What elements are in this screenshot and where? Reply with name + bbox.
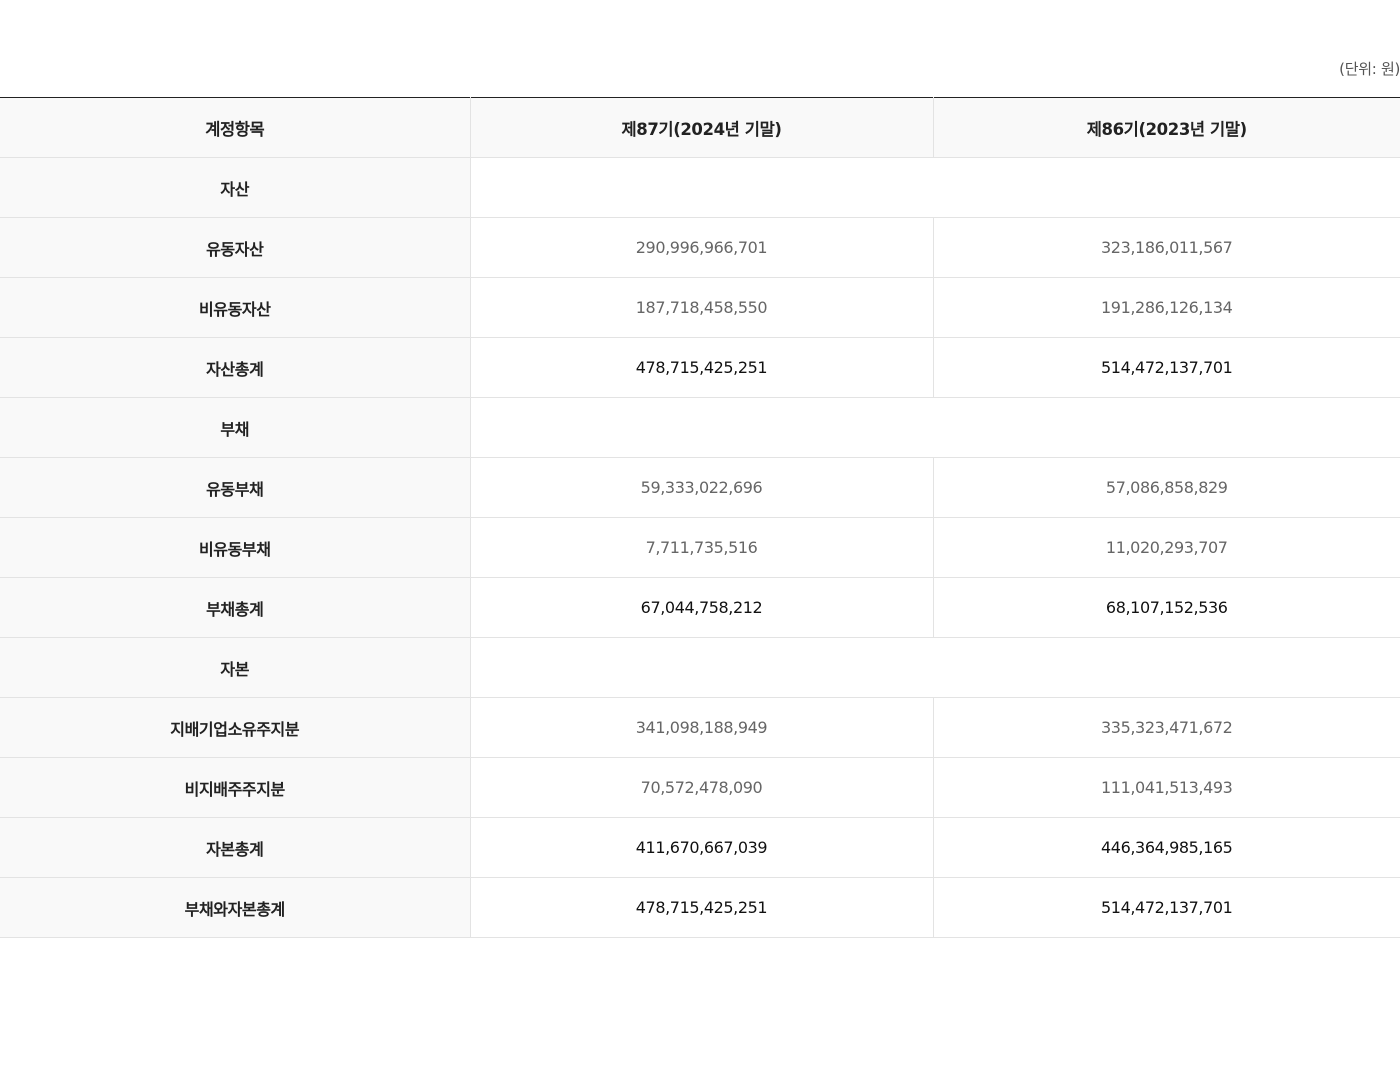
value-86: 191,286,126,134 xyxy=(932,277,1400,338)
table-row: 유동부채 59,333,022,696 57,086,858,829 xyxy=(0,457,1400,518)
section-empty-cell xyxy=(469,637,1400,698)
value-87: 411,670,667,039 xyxy=(469,817,933,878)
row-label: 비유동부채 xyxy=(0,517,470,578)
value-86: 514,472,137,701 xyxy=(932,337,1400,398)
value-87: 290,996,966,701 xyxy=(469,217,933,278)
section-empty-cell xyxy=(469,397,1400,458)
unit-note: (단위: 원) xyxy=(1339,60,1400,78)
table-row: 비유동부채 7,711,735,516 11,020,293,707 xyxy=(0,517,1400,578)
value-87: 478,715,425,251 xyxy=(469,337,933,398)
table-body: 자산 유동자산 290,996,966,701 323,186,011,567 … xyxy=(0,157,1400,938)
value-87: 478,715,425,251 xyxy=(469,877,933,938)
row-label: 자산총계 xyxy=(0,337,470,398)
value-87: 341,098,188,949 xyxy=(469,697,933,758)
header-period-87: 제87기(2024년 기말) xyxy=(469,97,933,158)
value-87: 59,333,022,696 xyxy=(469,457,933,518)
table-row: 자본 xyxy=(0,637,1400,698)
table-row: 유동자산 290,996,966,701 323,186,011,567 xyxy=(0,217,1400,278)
section-empty-cell xyxy=(469,157,1400,218)
row-label: 부채 xyxy=(0,397,470,458)
table-row: 비유동자산 187,718,458,550 191,286,126,134 xyxy=(0,277,1400,338)
row-label: 부채총계 xyxy=(0,577,470,638)
value-87: 70,572,478,090 xyxy=(469,757,933,818)
table-row: 지배기업소유주지분 341,098,188,949 335,323,471,67… xyxy=(0,697,1400,758)
table-row: 비지배주주지분 70,572,478,090 111,041,513,493 xyxy=(0,757,1400,818)
row-label: 부채와자본총계 xyxy=(0,877,470,938)
table-row: 부채총계 67,044,758,212 68,107,152,536 xyxy=(0,577,1400,638)
table-row: 자산 xyxy=(0,157,1400,218)
value-86: 446,364,985,165 xyxy=(932,817,1400,878)
table-row: 부채 xyxy=(0,397,1400,458)
row-label: 지배기업소유주지분 xyxy=(0,697,470,758)
row-label: 자산 xyxy=(0,157,470,218)
row-label: 자본총계 xyxy=(0,817,470,878)
value-87: 67,044,758,212 xyxy=(469,577,933,638)
value-86: 11,020,293,707 xyxy=(932,517,1400,578)
balance-sheet-table: 계정항목 제87기(2024년 기말) 제86기(2023년 기말) 자산 유동… xyxy=(0,97,1400,938)
row-label: 비지배주주지분 xyxy=(0,757,470,818)
row-label: 유동부채 xyxy=(0,457,470,518)
row-label: 유동자산 xyxy=(0,217,470,278)
table-row: 부채와자본총계 478,715,425,251 514,472,137,701 xyxy=(0,877,1400,938)
table-row: 자본총계 411,670,667,039 446,364,985,165 xyxy=(0,817,1400,878)
value-86: 323,186,011,567 xyxy=(932,217,1400,278)
value-87: 7,711,735,516 xyxy=(469,517,933,578)
value-86: 68,107,152,536 xyxy=(932,577,1400,638)
table-header: 계정항목 제87기(2024년 기말) 제86기(2023년 기말) xyxy=(0,97,1400,158)
row-label: 자본 xyxy=(0,637,470,698)
value-87: 187,718,458,550 xyxy=(469,277,933,338)
table-row: 자산총계 478,715,425,251 514,472,137,701 xyxy=(0,337,1400,398)
header-account: 계정항목 xyxy=(0,97,470,158)
header-period-86: 제86기(2023년 기말) xyxy=(932,97,1400,158)
value-86: 111,041,513,493 xyxy=(932,757,1400,818)
value-86: 514,472,137,701 xyxy=(932,877,1400,938)
value-86: 335,323,471,672 xyxy=(932,697,1400,758)
header-row: 계정항목 제87기(2024년 기말) 제86기(2023년 기말) xyxy=(0,97,1400,158)
row-label: 비유동자산 xyxy=(0,277,470,338)
value-86: 57,086,858,829 xyxy=(932,457,1400,518)
